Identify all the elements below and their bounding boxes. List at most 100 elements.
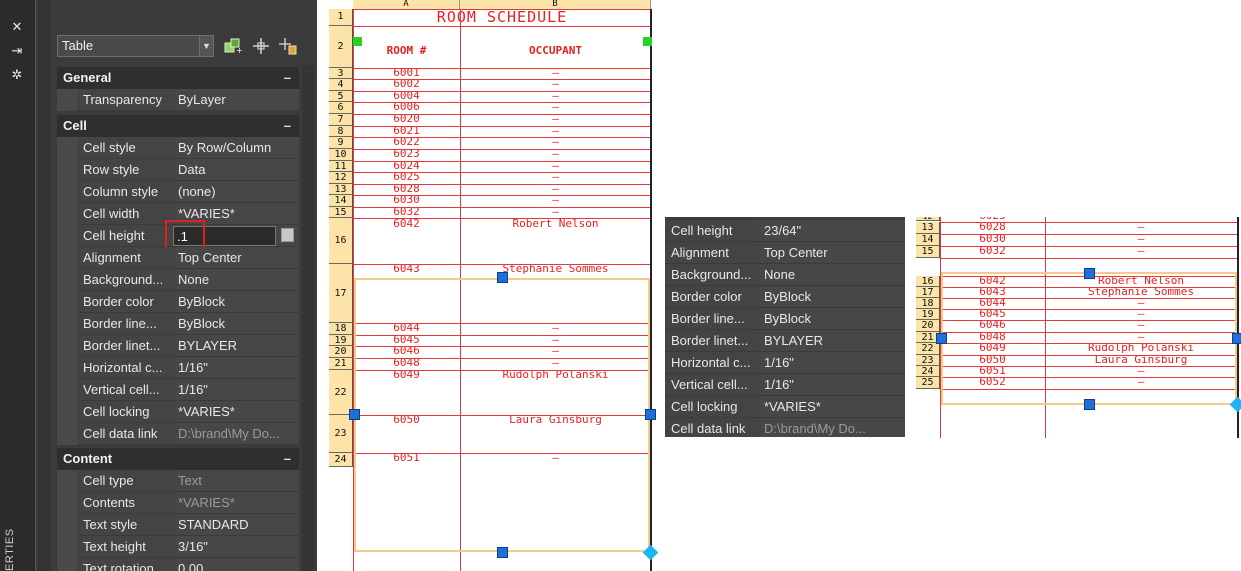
property-value[interactable]: (none) xyxy=(176,181,299,203)
row-header[interactable]: 2 xyxy=(329,26,353,68)
room-cell[interactable]: 6030 xyxy=(353,195,460,207)
calculator-icon[interactable] xyxy=(281,228,294,242)
row-header[interactable]: 12 xyxy=(329,172,353,184)
row-header[interactable]: 20 xyxy=(329,346,353,358)
row-header[interactable]: 18 xyxy=(329,323,353,335)
property-value[interactable]: Text xyxy=(176,470,299,492)
property-row-text-height[interactable]: Text height 3/16" xyxy=(57,536,299,558)
property-row-border-linetype[interactable]: Border linet... BYLAYER xyxy=(665,330,905,352)
property-value[interactable]: ByBlock xyxy=(176,313,299,335)
room-cell[interactable]: 6022 xyxy=(353,137,460,149)
property-value[interactable]: 1/16" xyxy=(759,374,905,396)
property-row-cell-type[interactable]: Cell type Text xyxy=(57,470,299,492)
occupant-cell[interactable]: – xyxy=(460,68,651,79)
property-row-border-lineweight[interactable]: Border line... ByBlock xyxy=(57,313,299,335)
row-height-grip[interactable] xyxy=(497,547,508,558)
room-cell[interactable]: 6032 xyxy=(353,207,460,218)
row-header[interactable]: 25 xyxy=(916,377,940,389)
occupant-cell[interactable]: – xyxy=(460,137,651,149)
property-value[interactable]: 23/64" xyxy=(759,220,905,242)
collapse-icon[interactable]: – xyxy=(284,115,291,137)
row-header[interactable]: 23 xyxy=(329,415,353,453)
occupant-cell[interactable]: – xyxy=(460,79,651,91)
column-header-a[interactable]: A xyxy=(353,0,460,9)
row-header[interactable]: 22 xyxy=(916,343,940,355)
row-header[interactable]: 16 xyxy=(916,276,940,287)
property-row-alignment[interactable]: Alignment Top Center xyxy=(665,242,905,264)
property-row-border-lineweight[interactable]: Border line... ByBlock xyxy=(665,308,905,330)
property-value[interactable]: 1/16" xyxy=(176,357,299,379)
column-width-grip[interactable] xyxy=(936,333,947,344)
property-value[interactable]: Top Center xyxy=(759,242,905,264)
properties-settings-icon[interactable]: ✲ xyxy=(9,68,25,84)
property-value[interactable]: ByLayer xyxy=(176,89,299,111)
row-header[interactable]: 20 xyxy=(916,320,940,332)
row-header[interactable]: 24 xyxy=(329,453,353,467)
row-header[interactable]: 10 xyxy=(329,149,353,161)
palette-scrollbar[interactable] xyxy=(302,65,314,571)
column-header-b[interactable]: B xyxy=(460,0,651,9)
row-header[interactable]: 8 xyxy=(329,126,353,137)
row-header[interactable]: 14 xyxy=(329,195,353,207)
property-row-border-color[interactable]: Border color ByBlock xyxy=(57,291,299,313)
property-row-background[interactable]: Background... None xyxy=(665,264,905,286)
close-icon[interactable]: ✕ xyxy=(9,20,25,36)
row-header[interactable]: 7 xyxy=(329,114,353,126)
column-width-grip[interactable] xyxy=(349,409,360,420)
room-cell[interactable]: 6028 xyxy=(940,222,1045,234)
table-header-room[interactable]: ROOM # xyxy=(353,44,460,62)
occupant-cell[interactable]: – xyxy=(1045,246,1237,258)
property-row-row-style[interactable]: Row style Data xyxy=(57,159,299,181)
room-cell[interactable]: 6023 xyxy=(353,149,460,161)
property-row-cell-data-link[interactable]: Cell data link D:\brand\My Do... xyxy=(665,418,905,437)
property-value[interactable]: STANDARD xyxy=(176,514,299,536)
column-width-grip[interactable] xyxy=(645,409,656,420)
property-value[interactable]: *VARIES* xyxy=(176,492,299,514)
row-header[interactable]: 15 xyxy=(329,207,353,218)
room-cell[interactable]: 6030 xyxy=(940,234,1045,246)
property-row-vertical-margin[interactable]: Vertical cell... 1/16" xyxy=(665,374,905,396)
autohide-icon[interactable]: ⇥ xyxy=(9,44,25,60)
table-header-occupant[interactable]: OCCUPANT xyxy=(460,44,651,62)
property-value[interactable]: 3/16" xyxy=(176,536,299,558)
occupant-cell[interactable]: – xyxy=(460,207,651,218)
property-row-cell-locking[interactable]: Cell locking *VARIES* xyxy=(665,396,905,418)
property-value[interactable]: ByBlock xyxy=(759,308,905,330)
room-schedule-table[interactable]: A B 1 2 ROOM SCHEDULE ROOM # OCCUPANT 3 … xyxy=(325,0,661,571)
row-header[interactable]: 4 xyxy=(329,79,353,91)
property-value[interactable]: By Row/Column xyxy=(176,137,299,159)
property-row-text-rotation[interactable]: Text rotation 0.00 xyxy=(57,558,299,571)
property-value[interactable]: None xyxy=(759,264,905,286)
property-row-column-style[interactable]: Column style (none) xyxy=(57,181,299,203)
row-header[interactable]: 17 xyxy=(916,287,940,298)
row-header[interactable]: 12 xyxy=(916,217,940,221)
occupant-cell[interactable]: – xyxy=(460,195,651,207)
property-row-cell-height[interactable]: Cell height 23/64" xyxy=(665,220,905,242)
category-general[interactable]: General – xyxy=(57,67,299,89)
row-header[interactable]: 21 xyxy=(329,358,353,370)
row-height-grip[interactable] xyxy=(497,272,508,283)
row-header[interactable]: 11 xyxy=(329,161,353,172)
row-header[interactable]: 1 xyxy=(329,9,353,26)
quick-select-icon[interactable] xyxy=(278,37,298,55)
property-row-vertical-margin[interactable]: Vertical cell... 1/16" xyxy=(57,379,299,401)
property-row-transparency[interactable]: Transparency ByLayer xyxy=(57,89,299,111)
table-title[interactable]: ROOM SCHEDULE xyxy=(353,9,651,26)
property-value[interactable]: Top Center xyxy=(176,247,299,269)
property-row-contents[interactable]: Contents *VARIES* xyxy=(57,492,299,514)
property-row-horizontal-margin[interactable]: Horizontal c... 1/16" xyxy=(665,352,905,374)
occupant-cell[interactable]: Stephanie Sommes xyxy=(460,264,651,276)
room-cell[interactable]: 6024 xyxy=(353,161,460,172)
table-grip[interactable] xyxy=(643,37,652,46)
row-header[interactable]: 3 xyxy=(329,68,353,79)
chevron-down-icon[interactable]: ▼ xyxy=(199,35,214,57)
row-header[interactable]: 19 xyxy=(916,309,940,320)
room-cell[interactable]: 6025 xyxy=(353,172,460,184)
property-row-alignment[interactable]: Alignment Top Center xyxy=(57,247,299,269)
property-value[interactable]: BYLAYER xyxy=(759,330,905,352)
table-grip[interactable] xyxy=(353,37,362,46)
row-header[interactable]: 13 xyxy=(916,222,940,234)
row-height-grip[interactable] xyxy=(1084,268,1095,279)
room-cell[interactable]: 6021 xyxy=(353,126,460,137)
property-value[interactable]: D:\brand\My Do... xyxy=(759,418,905,437)
